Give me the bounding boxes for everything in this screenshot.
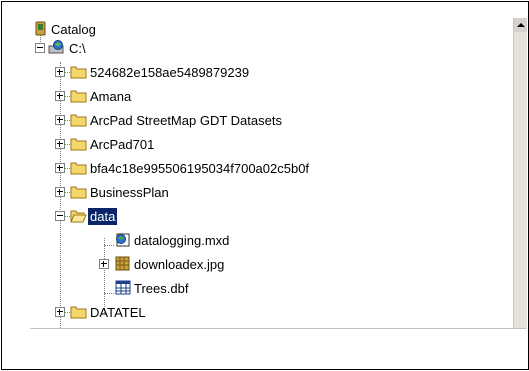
tree-node-label: Amana xyxy=(90,89,132,105)
folder-icon xyxy=(70,114,87,127)
expand-toggle[interactable] xyxy=(55,163,65,173)
tree-node-file[interactable]: datalogging.mxd xyxy=(30,229,231,251)
tree-node-folder[interactable]: 524682e158ae5489879239 xyxy=(30,61,251,83)
tree-node-label: downloadex.jpg xyxy=(134,257,225,273)
folder-icon xyxy=(70,186,87,199)
folder-icon xyxy=(70,306,87,319)
tree-node-folder[interactable]: ArcPad701 xyxy=(30,133,156,155)
catalog-icon xyxy=(35,21,46,36)
expand-toggle[interactable] xyxy=(55,115,65,125)
vertical-scrollbar[interactable] xyxy=(513,18,527,329)
folder-icon xyxy=(70,66,87,79)
collapse-toggle[interactable] xyxy=(55,211,65,221)
tree-node-label: C:\ xyxy=(69,41,86,57)
expand-toggle[interactable] xyxy=(99,259,109,269)
expand-toggle[interactable] xyxy=(55,91,65,101)
expand-toggle[interactable] xyxy=(55,67,65,77)
tree-node-folder[interactable]: DATATEL xyxy=(30,301,148,323)
table-icon xyxy=(115,280,131,295)
tree-node-drive-c[interactable]: C:\ xyxy=(30,37,88,59)
drive-icon xyxy=(48,40,64,54)
tree-node-folder[interactable]: ArcPad StreetMap GDT Datasets xyxy=(30,109,284,131)
tree-bottom-border xyxy=(30,328,526,329)
tree-node-folder[interactable]: Amana xyxy=(30,85,133,107)
tree-node-folder[interactable]: bfa4c18e995506195034f700a02c5b0f xyxy=(30,157,311,179)
scroll-up-arrow-icon[interactable] xyxy=(514,18,527,32)
collapse-toggle[interactable] xyxy=(35,43,45,53)
tree-node-label: bfa4c18e995506195034f700a02c5b0f xyxy=(90,161,310,177)
map-document-icon xyxy=(116,233,130,247)
tree-node-label: ArcPad701 xyxy=(90,137,155,153)
folder-open-icon xyxy=(70,210,87,223)
folder-icon xyxy=(70,162,87,175)
expand-toggle[interactable] xyxy=(55,307,65,317)
tree-node-label: datalogging.mxd xyxy=(134,233,230,249)
tree-node-label: data xyxy=(88,208,118,226)
tree-node-folder-data[interactable]: data xyxy=(30,205,118,227)
tree-node-file[interactable]: downloadex.jpg xyxy=(30,253,226,275)
tree-node-label: ArcPad StreetMap GDT Datasets xyxy=(90,113,282,129)
tree-node-label: DATATEL xyxy=(90,305,146,321)
tree-node-file[interactable]: Trees.dbf xyxy=(30,277,190,299)
expand-toggle[interactable] xyxy=(55,139,65,149)
folder-icon xyxy=(70,138,87,151)
catalog-tree: Catalog C:\ 524682e158ae5489879239 Amana xyxy=(30,18,513,329)
expand-toggle[interactable] xyxy=(55,187,65,197)
tree-node-folder[interactable]: BusinessPlan xyxy=(30,181,171,203)
tree-node-label: 524682e158ae5489879239 xyxy=(90,65,250,81)
raster-image-icon xyxy=(115,256,130,271)
tree-node-label: BusinessPlan xyxy=(90,185,169,201)
tree-node-label: Trees.dbf xyxy=(134,281,189,297)
tree-node-label: Catalog xyxy=(51,22,96,38)
folder-icon xyxy=(70,90,87,103)
